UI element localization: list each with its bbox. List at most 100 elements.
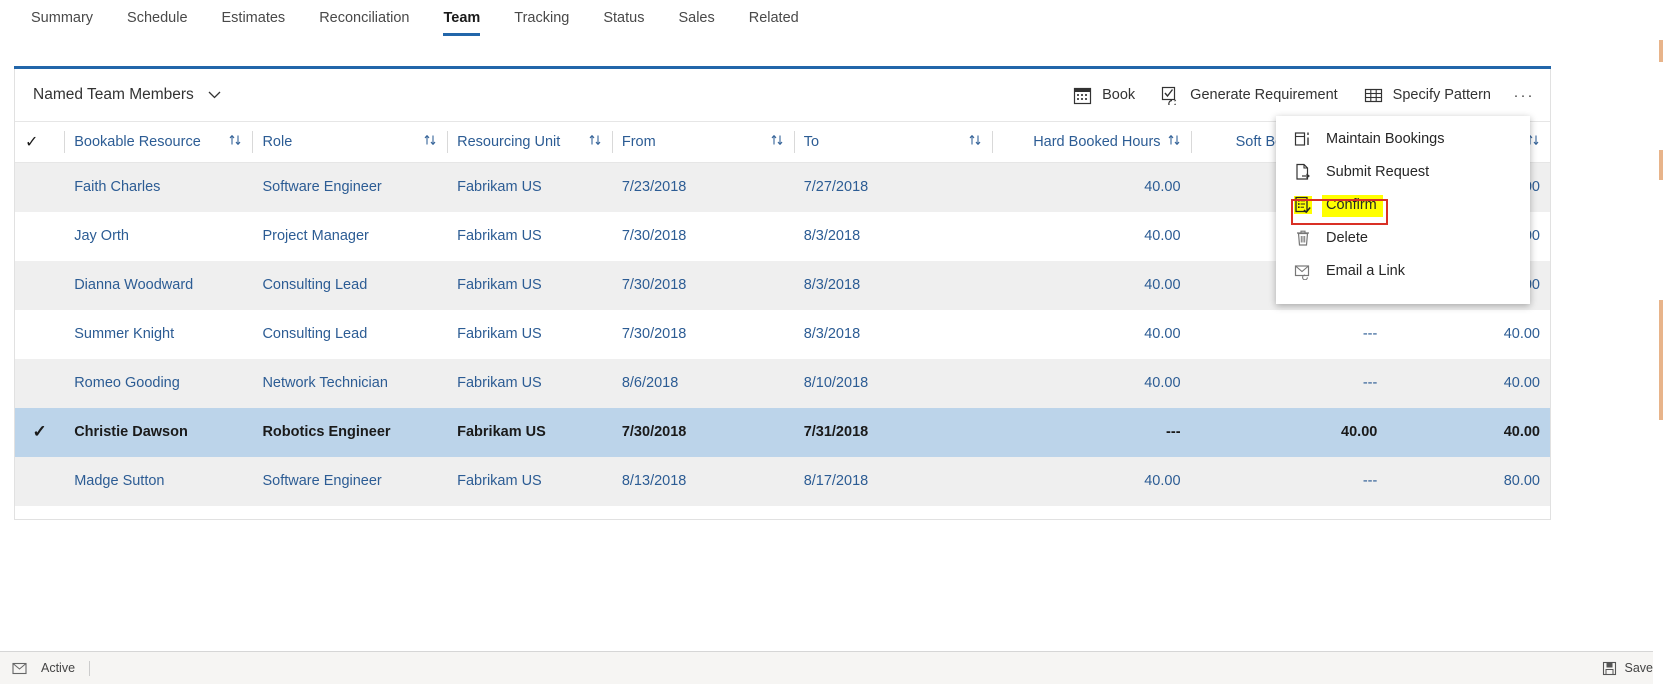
view-selector[interactable]: Named Team Members xyxy=(31,82,223,108)
calendar-icon xyxy=(1073,86,1092,105)
sort-arrows-icon[interactable] xyxy=(770,133,784,151)
cell-soft: --- xyxy=(1190,358,1388,408)
status-label: Active xyxy=(41,661,76,675)
cell-resource[interactable]: Romeo Gooding xyxy=(64,358,253,408)
row-select-cell[interactable] xyxy=(15,260,65,310)
cell-from: 7/30/2018 xyxy=(621,228,687,244)
table-row[interactable]: Summer Knight Consulting Lead Fabrikam US 7… xyxy=(15,310,1550,359)
nav-tab-reconciliation[interactable]: Reconciliation xyxy=(302,0,426,46)
cell-unit[interactable]: Fabrikam US xyxy=(447,358,612,408)
row-select-cell[interactable] xyxy=(15,162,65,212)
cell-role[interactable]: Network Technician xyxy=(252,358,448,408)
cell-resource[interactable]: Faith Charles xyxy=(64,162,253,212)
row-select-cell[interactable] xyxy=(15,212,64,261)
cell-unit[interactable]: Fabrikam US xyxy=(447,260,612,310)
sort-arrows-icon[interactable] xyxy=(228,133,242,151)
cell-unit[interactable]: Fabrikam US xyxy=(447,212,612,261)
cell-resource[interactable]: Christie Dawson xyxy=(64,407,253,457)
save-control[interactable]: Save xyxy=(1602,661,1653,676)
context-menu-item-delete[interactable]: Delete xyxy=(1276,221,1530,254)
cell-from: 7/30/2018 xyxy=(611,260,794,310)
cell-role[interactable]: Robotics Engineer xyxy=(252,407,448,457)
checkbox-refresh-icon xyxy=(1161,86,1180,105)
nav-tab-label: Estimates xyxy=(221,10,286,26)
table-row[interactable]: Madge Sutton Software Engineer Fabrikam US… xyxy=(15,456,1550,506)
nav-tab-label: Sales xyxy=(678,10,715,26)
cell-to: 8/3/2018 xyxy=(803,228,861,244)
column-header-to[interactable]: To xyxy=(793,121,992,163)
sort-arrows-icon[interactable] xyxy=(588,133,602,151)
view-name-label: Named Team Members xyxy=(33,86,194,103)
context-menu-item-confirm[interactable]: Confirm xyxy=(1276,188,1530,221)
cell-resource[interactable]: Summer Knight xyxy=(64,310,252,359)
row-select-cell[interactable]: ✓ xyxy=(15,407,65,457)
cell-unit[interactable]: Fabrikam US xyxy=(447,310,612,359)
cell-role[interactable]: Project Manager xyxy=(252,212,447,261)
context-menu-item-email-a-link[interactable]: Email a Link xyxy=(1276,254,1530,287)
context-menu-item-submit-request[interactable]: Submit Request xyxy=(1276,155,1530,188)
column-header-from[interactable]: From xyxy=(611,121,794,163)
nav-tab-team[interactable]: Team xyxy=(426,0,497,46)
specify-pattern-button[interactable]: Specify Pattern xyxy=(1351,80,1504,111)
row-select-cell[interactable] xyxy=(15,310,64,359)
column-header-label: From xyxy=(621,134,656,150)
select-all-header[interactable]: ✓ xyxy=(15,121,65,163)
cell-unit[interactable]: Fabrikam US xyxy=(447,407,612,457)
context-menu-item-maintain-bookings[interactable]: Maintain Bookings xyxy=(1276,122,1530,155)
command-bar: Named Team Members Book Generate Require… xyxy=(15,69,1550,121)
column-header-bookable-resource[interactable]: Bookable Resource xyxy=(64,121,253,163)
cell-hard: 40.00 xyxy=(991,162,1191,212)
book-button[interactable]: Book xyxy=(1060,80,1148,111)
cell-hard: 40.00 xyxy=(1144,326,1181,342)
cell-resource[interactable]: Dianna Woodward xyxy=(64,260,253,310)
cell-total: 40.00 xyxy=(1387,407,1550,457)
cell-hard: 40.00 xyxy=(991,456,1191,506)
column-header-label: Role xyxy=(262,134,293,150)
cell-to: 8/3/2018 xyxy=(803,326,861,342)
nav-tab-status[interactable]: Status xyxy=(586,0,661,46)
sort-arrows-icon[interactable] xyxy=(968,133,982,151)
nav-tab-summary[interactable]: Summary xyxy=(14,0,110,46)
nav-tab-label: Schedule xyxy=(127,10,188,26)
cell-soft: --- xyxy=(1362,326,1378,342)
nav-tab-label: Related xyxy=(748,10,799,26)
cell-role[interactable]: Consulting Lead xyxy=(252,260,448,310)
status-bar: Active Save xyxy=(0,651,1665,684)
cell-resource[interactable]: Madge Sutton xyxy=(64,456,253,506)
context-menu-item-label: Email a Link xyxy=(1326,262,1405,279)
row-select-cell[interactable] xyxy=(15,456,65,506)
nav-tab-related[interactable]: Related xyxy=(732,0,816,46)
column-header-resourcing-unit[interactable]: Resourcing Unit xyxy=(447,121,612,163)
cell-unit[interactable]: Fabrikam US xyxy=(447,162,612,212)
column-header-label: To xyxy=(803,134,820,150)
row-select-cell[interactable] xyxy=(15,358,65,408)
nav-tab-schedule[interactable]: Schedule xyxy=(110,0,204,46)
sort-arrows-icon[interactable] xyxy=(423,133,437,151)
context-menu: Maintain Bookings Submit Request Confirm De… xyxy=(1276,116,1530,304)
context-menu-item-label: Delete xyxy=(1326,229,1368,246)
generate-requirement-button[interactable]: Generate Requirement xyxy=(1148,80,1351,111)
cell-role[interactable]: Consulting Lead xyxy=(252,310,447,359)
cell-to: 7/27/2018 xyxy=(793,162,992,212)
cell-role[interactable]: Software Engineer xyxy=(252,456,448,506)
cell-hard: --- xyxy=(991,407,1191,457)
cell-hard: 40.00 xyxy=(991,260,1191,310)
sort-arrows-icon[interactable] xyxy=(1167,133,1181,151)
nav-tab-label: Summary xyxy=(31,10,94,26)
cell-role[interactable]: Software Engineer xyxy=(252,162,448,212)
nav-tab-sales[interactable]: Sales xyxy=(661,0,731,46)
table-row[interactable]: ✓ Christie Dawson Robotics Engineer Fabrika… xyxy=(15,407,1550,457)
nav-tab-tracking[interactable]: Tracking xyxy=(497,0,586,46)
context-menu-item-label: Maintain Bookings xyxy=(1326,130,1445,147)
column-header-hard-booked-hours[interactable]: Hard Booked Hours xyxy=(991,121,1191,163)
cell-unit[interactable]: Fabrikam US xyxy=(447,456,612,506)
specify-pattern-label: Specify Pattern xyxy=(1392,87,1491,103)
more-commands-button[interactable]: ··· xyxy=(1504,77,1544,113)
column-header-label: Hard Booked Hours xyxy=(1033,134,1161,150)
table-row[interactable]: Romeo Gooding Network Technician Fabrikam … xyxy=(15,358,1550,408)
status-divider xyxy=(89,660,91,676)
column-header-role[interactable]: Role xyxy=(252,121,448,163)
nav-tab-estimates[interactable]: Estimates xyxy=(205,0,303,46)
scroll-rail[interactable] xyxy=(1653,0,1665,684)
cell-resource[interactable]: Jay Orth xyxy=(64,212,252,261)
